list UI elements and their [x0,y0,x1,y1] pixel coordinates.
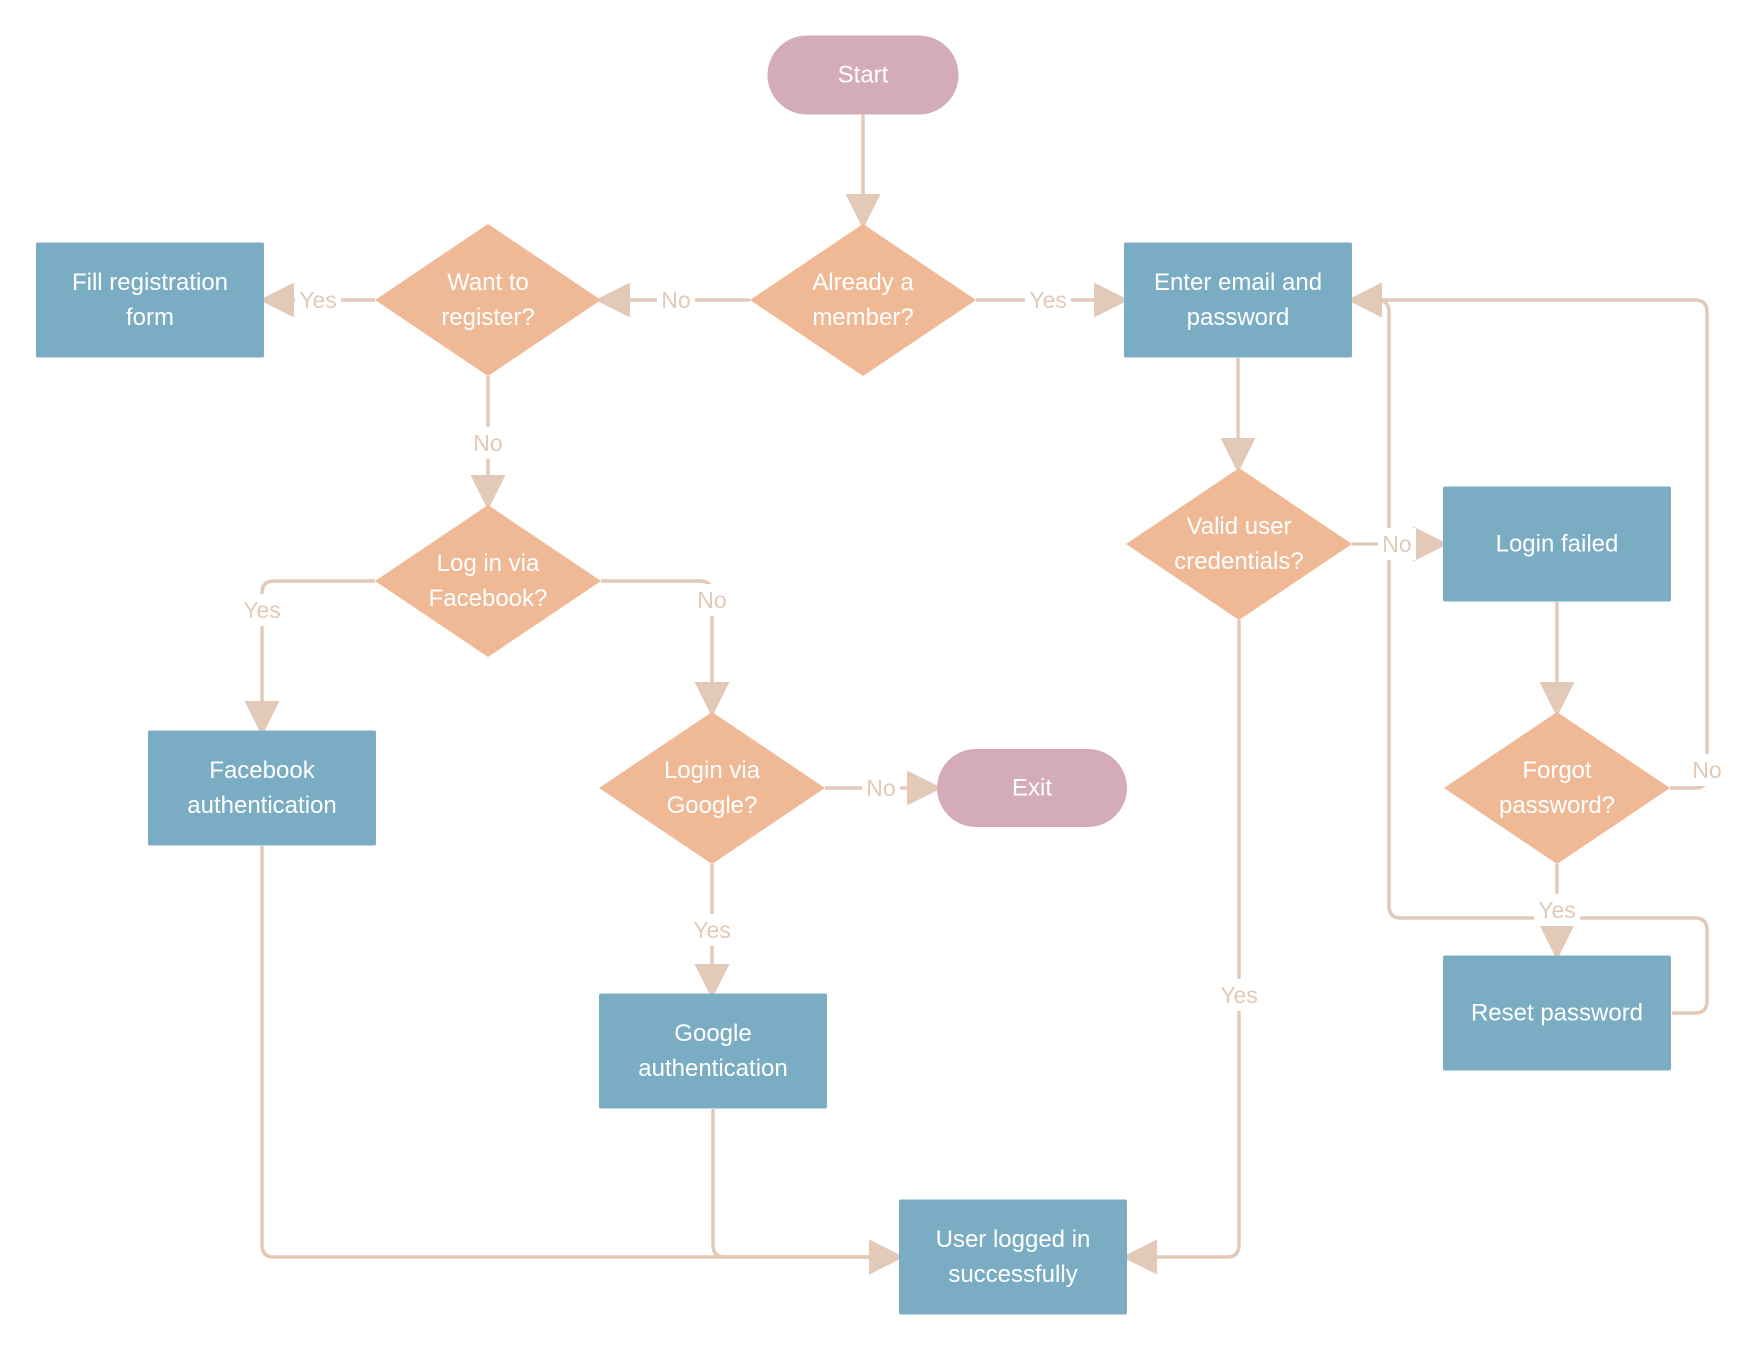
edge-label-yes: Yes [1538,897,1576,923]
edge-valid-credentials-to-user-logged-in[interactable] [1122,620,1241,1275]
node-label-line: successfully [948,1261,1077,1288]
node-label-line: Want to [447,269,529,296]
node-label-line: Login failed [1496,531,1619,558]
nodes-layer: Start Already a member? Want to register? Fil… [36,35,1671,1315]
flowchart-canvas: Start Already a member? Want to register? Fil… [36,35,1726,1315]
process-shape [1124,242,1352,358]
decision-shape [1126,468,1352,620]
node-label-line: password? [1499,792,1615,819]
edge-label-yes: Yes [243,597,281,623]
node-label-line: Login via [664,757,761,784]
decision-shape [599,712,825,864]
process-shape [148,730,376,846]
node-start[interactable]: Start [767,35,959,115]
node-reset-password[interactable]: Reset password [1443,955,1671,1071]
node-label-line: Exit [1012,775,1052,802]
node-label-line: Forgot [1522,757,1592,784]
edge-label-no: No [866,775,895,801]
edge-labels-layer: No Yes Yes No Yes No No Yes No Yes No Yes [239,284,1726,1011]
node-label-line: credentials? [1174,548,1303,575]
node-exit[interactable]: Exit [937,749,1127,827]
node-enter-email[interactable]: Enter email and password [1124,242,1352,358]
node-user-logged-in[interactable]: User logged in successfully [899,1199,1127,1315]
edge-label-yes: Yes [693,917,731,943]
edge-label-no: No [1692,757,1721,783]
edge-label-no: No [661,287,690,313]
process-shape [899,1199,1127,1315]
edge-label-no: No [473,430,502,456]
node-label-line: Facebook [209,757,315,784]
node-label-line: form [126,304,174,331]
node-want-register[interactable]: Want to register? [375,224,601,376]
node-label-line: User logged in [936,1226,1091,1253]
decision-shape [750,224,976,376]
node-label-line: register? [441,304,534,331]
edge-reset-password-to-enter-email[interactable] [1347,282,1709,1015]
node-label-line: Facebook? [429,585,548,612]
node-login-facebook[interactable]: Log in via Facebook? [375,505,601,657]
edge-label-no: No [697,587,726,613]
process-shape [36,242,264,358]
node-label-line: Fill registration [72,269,228,296]
node-forgot-password[interactable]: Forgot password? [1444,712,1670,864]
process-shape [599,993,827,1109]
edge-google-auth-to-user-logged-in[interactable] [711,1109,904,1275]
node-already-member[interactable]: Already a member? [750,224,976,376]
node-label-line: authentication [187,792,336,819]
node-fill-registration[interactable]: Fill registration form [36,242,264,358]
node-label-line: Google? [667,792,758,819]
edge-label-yes: Yes [299,287,337,313]
decision-shape [375,224,601,376]
decision-shape [1444,712,1670,864]
decision-shape [375,505,601,657]
node-login-google[interactable]: Login via Google? [599,712,825,864]
node-label-line: password [1187,304,1290,331]
edge-label-no: No [1382,531,1411,557]
node-label-line: Start [838,62,889,89]
node-label-line: Valid user [1187,513,1292,540]
node-label-line: Already a [812,269,914,296]
node-label-line: Google [674,1020,751,1047]
node-label-line: Log in via [437,550,540,577]
node-facebook-auth[interactable]: Facebook authentication [148,730,376,846]
node-google-auth[interactable]: Google authentication [599,993,827,1109]
node-label-line: Enter email and [1154,269,1322,296]
edge-label-yes: Yes [1220,982,1258,1008]
node-label-line: Reset password [1471,1000,1643,1027]
node-label-line: authentication [638,1055,787,1082]
node-login-failed[interactable]: Login failed [1443,486,1671,602]
node-valid-credentials[interactable]: Valid user credentials? [1126,468,1352,620]
edge-label-yes: Yes [1029,287,1067,313]
node-label-line: member? [812,304,913,331]
